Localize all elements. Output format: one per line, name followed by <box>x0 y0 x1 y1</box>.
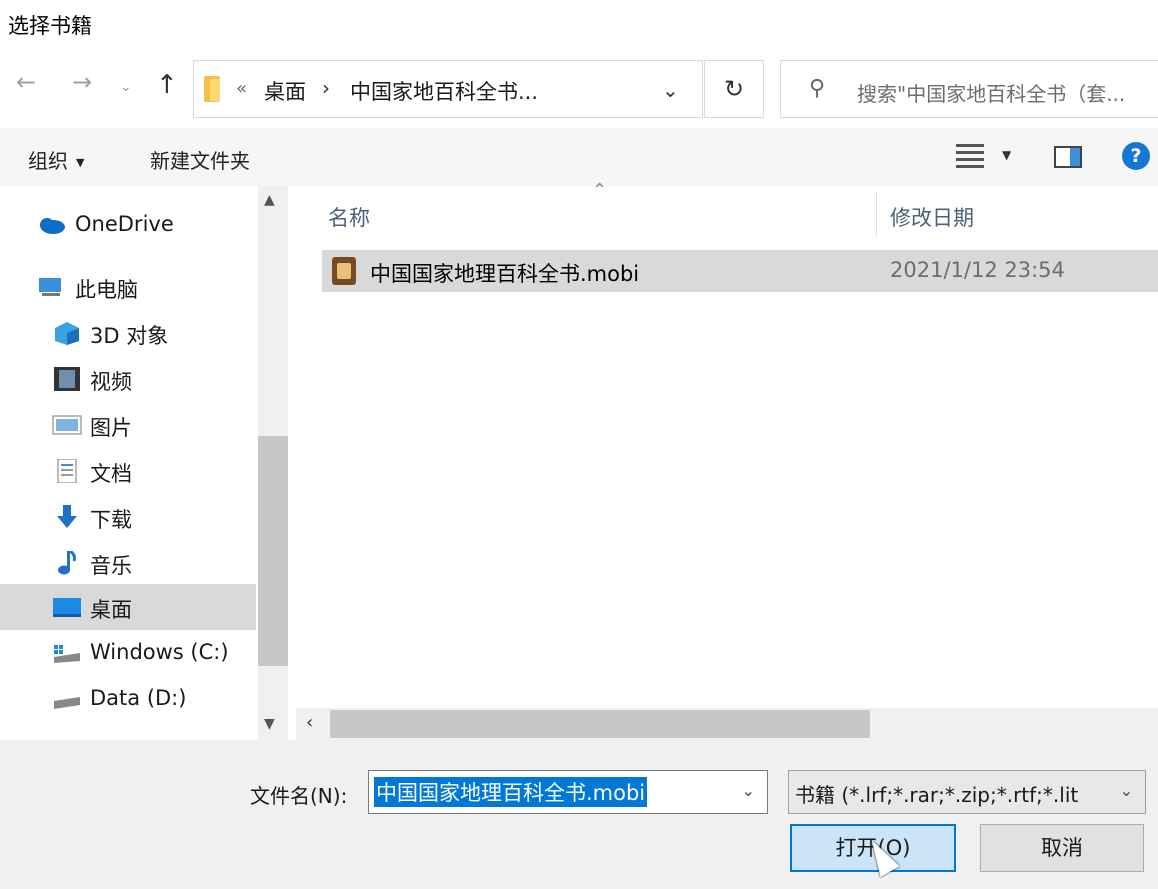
breadcrumb-folder[interactable]: 中国家地百科全书... <box>350 76 538 106</box>
up-arrow-icon[interactable]: ↑ <box>156 72 178 98</box>
breadcrumb-overflow[interactable]: « <box>236 78 247 99</box>
chevron-down-icon[interactable]: ⌄ <box>1120 781 1133 800</box>
document-icon <box>52 458 82 484</box>
refresh-button[interactable]: ↻ <box>704 60 764 118</box>
address-dropdown-icon[interactable]: ⌄ <box>662 78 679 102</box>
sort-ascending-icon: ⌃ <box>592 180 608 201</box>
organize-menu-button[interactable]: 组织 ▼ <box>28 145 84 174</box>
nav-item-label: 桌面 <box>90 598 132 622</box>
nav-item-documents[interactable]: 文档 <box>0 448 256 494</box>
drive-icon <box>52 687 82 711</box>
column-header-date[interactable]: 修改日期 <box>890 202 974 232</box>
filename-label: 文件名(N): <box>250 784 348 808</box>
column-divider[interactable] <box>876 192 877 238</box>
nav-item-label: 下载 <box>90 508 132 532</box>
search-icon: ⚲ <box>809 76 826 101</box>
nav-item-onedrive[interactable]: OneDrive <box>0 202 256 248</box>
scroll-down-chevron-icon[interactable]: ▼ <box>264 716 275 732</box>
dialog-title: 选择书籍 <box>8 14 92 38</box>
preview-pane-icon[interactable] <box>1054 146 1082 168</box>
file-open-dialog: 选择书籍 ← → ⌄ ↑ « 桌面 › 中国家地百科全书... ⌄ ↻ ⚲ 搜索… <box>0 0 1158 889</box>
scrollbar-thumb[interactable] <box>258 436 288 666</box>
search-box[interactable]: ⚲ 搜索"中国家地百科全书（套... <box>780 60 1158 118</box>
music-note-icon <box>52 549 82 575</box>
nav-item-drive-d[interactable]: Data (D:) <box>0 676 256 722</box>
nav-item-label: Data (D:) <box>90 686 187 710</box>
nav-item-desktop[interactable]: 桌面 <box>0 584 256 630</box>
cloud-icon <box>36 213 66 237</box>
nav-item-this-pc[interactable]: 此电脑 <box>0 264 256 310</box>
address-bar[interactable]: « 桌面 › 中国家地百科全书... ⌄ <box>193 60 703 118</box>
nav-pane-scrollbar[interactable]: ▲ ▼ <box>258 186 288 740</box>
nav-item-label: 图片 <box>90 416 132 440</box>
cube-icon <box>52 321 82 345</box>
file-type-select[interactable]: 书籍 (*.lrf;*.rar;*.zip;*.rtf;*.lit ⌄ <box>788 770 1146 814</box>
ebook-file-icon <box>332 257 356 285</box>
folder-icon <box>204 76 220 102</box>
caret-down-icon: ▼ <box>76 156 85 169</box>
file-modified-date: 2021/1/12 23:54 <box>890 258 1065 282</box>
nav-item-label: Windows (C:) <box>90 640 229 664</box>
breadcrumb-separator-icon[interactable]: › <box>322 76 330 100</box>
new-folder-button[interactable]: 新建文件夹 <box>150 145 250 174</box>
nav-item-drive-c[interactable]: Windows (C:) <box>0 630 256 676</box>
nav-item-label: 视频 <box>90 370 132 394</box>
download-arrow-icon <box>52 505 82 529</box>
scroll-up-chevron-icon[interactable]: ▲ <box>264 192 275 208</box>
nav-item-videos[interactable]: 视频 <box>0 356 256 402</box>
file-list: ⌃ 名称 修改日期 中国国家地理百科全书.mobi 2021/1/12 23:5… <box>288 180 1158 740</box>
scroll-left-chevron-icon[interactable]: ‹ <box>306 712 313 733</box>
dialog-footer: 文件名(N): 中国国家地理百科全书.mobi ⌄ 书籍 (*.lrf;*.ra… <box>0 740 1158 889</box>
command-bar: 组织 ▼ 新建文件夹 ▼ ? <box>0 128 1158 186</box>
forward-arrow-icon[interactable]: → <box>72 70 92 94</box>
organize-label: 组织 <box>28 149 68 173</box>
file-list-horizontal-scrollbar[interactable]: ‹ <box>296 708 1158 740</box>
column-header-name[interactable]: 名称 <box>328 202 370 232</box>
file-type-value: 书籍 (*.lrf;*.rar;*.zip;*.rtf;*.lit <box>795 783 1079 807</box>
nav-item-label: OneDrive <box>75 212 174 236</box>
desktop-icon <box>52 595 82 619</box>
nav-item-label: 音乐 <box>90 554 132 578</box>
navigation-pane: OneDrive 此电脑 3D 对象 视频 图片 文档 下载 音乐 桌面 Win… <box>0 186 258 740</box>
nav-item-pictures[interactable]: 图片 <box>0 402 256 448</box>
cancel-button[interactable]: 取消 <box>980 824 1144 872</box>
scrollbar-thumb[interactable] <box>330 710 870 738</box>
nav-item-music[interactable]: 音乐 <box>0 540 256 586</box>
recent-locations-chevron-icon[interactable]: ⌄ <box>120 80 132 94</box>
help-icon[interactable]: ? <box>1122 142 1150 170</box>
chevron-down-icon[interactable]: ⌄ <box>742 781 755 800</box>
nav-item-label: 文档 <box>90 462 132 486</box>
view-options-caret-icon[interactable]: ▼ <box>1002 148 1011 162</box>
nav-item-label: 此电脑 <box>75 278 138 302</box>
picture-icon <box>52 413 82 437</box>
search-placeholder: 搜索"中国家地百科全书（套... <box>857 82 1126 106</box>
nav-item-3d-objects[interactable]: 3D 对象 <box>0 310 256 356</box>
film-icon <box>52 367 82 391</box>
nav-item-label: 3D 对象 <box>90 324 169 348</box>
view-options-icon[interactable] <box>956 142 984 170</box>
nav-item-downloads[interactable]: 下载 <box>0 494 256 540</box>
back-arrow-icon[interactable]: ← <box>16 70 36 94</box>
windows-drive-icon <box>52 641 82 665</box>
breadcrumb-desktop[interactable]: 桌面 <box>264 76 306 106</box>
file-name: 中国国家地理百科全书.mobi <box>370 262 640 286</box>
filename-value[interactable]: 中国国家地理百科全书.mobi <box>374 777 648 807</box>
computer-icon <box>36 275 66 299</box>
filename-input[interactable]: 中国国家地理百科全书.mobi ⌄ <box>368 770 768 814</box>
file-row[interactable]: 中国国家地理百科全书.mobi 2021/1/12 23:54 <box>322 250 1158 292</box>
